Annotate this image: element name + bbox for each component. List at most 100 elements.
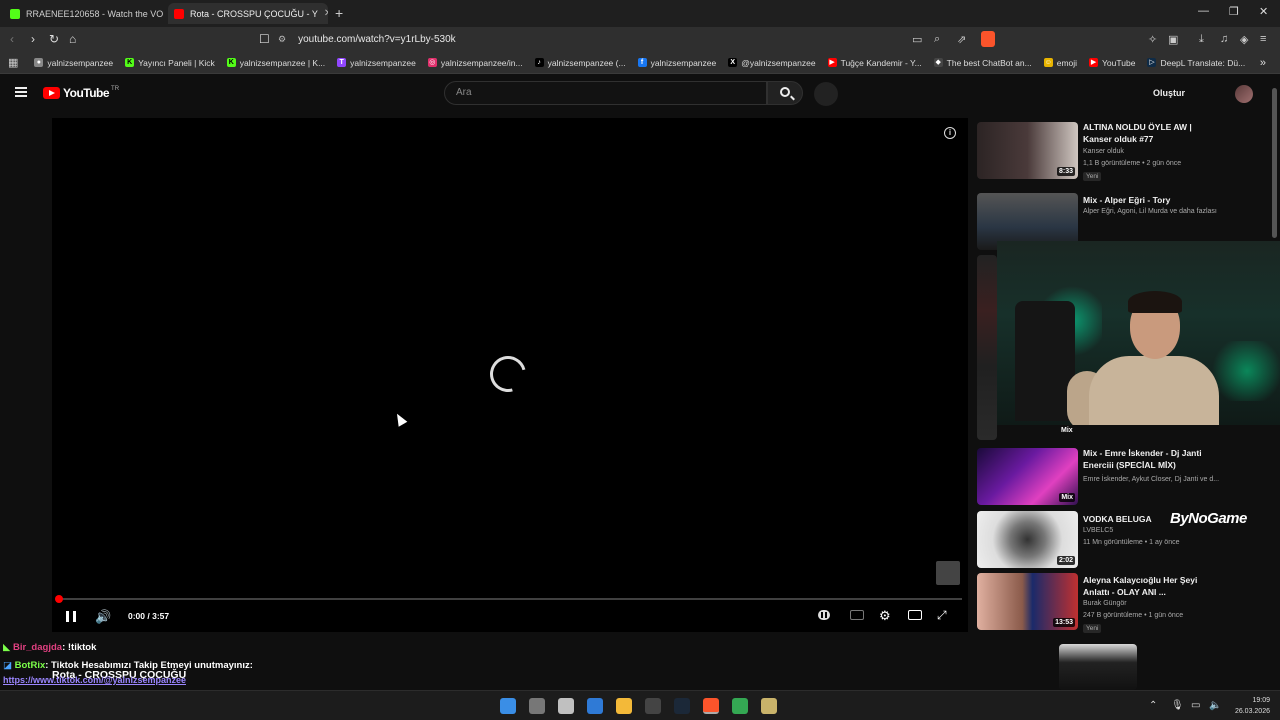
channel-name[interactable]: Burak Güngör <box>1083 600 1127 607</box>
more-bookmarks-icon[interactable]: » <box>1260 57 1266 69</box>
recommendation-item[interactable]: 8:33 ALTINA NOLDU ÖYLE AW | Kanser olduk… <box>977 122 1267 182</box>
video-thumbnail[interactable] <box>1059 644 1137 690</box>
bookmark-label: yalnizsempanzee <box>47 57 114 68</box>
video-meta: 1,1 B görüntüleme • 2 gün önce <box>1083 160 1182 167</box>
brave-browser-icon[interactable] <box>703 698 719 714</box>
recommendation-item[interactable]: 13:53 Aleyna Kalaycıoğlu Her Şeyi Anlatt… <box>977 573 1267 633</box>
loading-spinner-icon <box>483 349 533 399</box>
media-icon[interactable]: ♫ <box>1220 33 1228 45</box>
video-thumbnail[interactable] <box>977 255 997 440</box>
app-obs-icon[interactable] <box>645 698 661 714</box>
zoom-icon[interactable]: ⌕ <box>934 33 940 46</box>
back-button[interactable]: ‹ <box>10 32 14 46</box>
menu-icon[interactable]: ≡ <box>1260 33 1266 45</box>
file-explorer-icon[interactable] <box>616 698 632 714</box>
forward-button[interactable]: › <box>31 32 35 46</box>
create-button[interactable]: Oluştur <box>1153 88 1185 98</box>
bookmark-item[interactable]: ▶ Tuğçe Kandemir - Y... <box>827 58 922 68</box>
app-photos-icon[interactable] <box>587 698 603 714</box>
site-info-icon[interactable]: ⚙ <box>278 34 286 45</box>
close-tab-icon[interactable]: ✕ <box>318 8 328 19</box>
video-thumbnail[interactable]: Mix <box>977 448 1078 505</box>
home-button[interactable]: ⌂ <box>69 32 76 46</box>
app-notepad-icon[interactable] <box>558 698 574 714</box>
scrubber-handle[interactable] <box>55 595 63 603</box>
tab-youtube-rota[interactable]: Rota - CROSSPU ÇOCUĞU - Y ✕ <box>168 3 328 24</box>
channel-name[interactable]: LVBELC5 <box>1083 527 1113 534</box>
vpn-icon[interactable]: ◈ <box>1240 33 1248 46</box>
task-view-icon[interactable] <box>529 698 545 714</box>
subtitles-button[interactable] <box>850 610 864 620</box>
video-title[interactable]: ALTINA NOLDU ÖYLE AW | Kanser olduk #77 <box>1083 122 1203 145</box>
channel-watermark[interactable] <box>936 561 960 585</box>
brave-shields-icon[interactable] <box>981 31 995 47</box>
video-player[interactable]: i 🔊 0:00 / 3:57 ⚙ ⤢ <box>52 118 968 632</box>
channel-name[interactable]: Alper Eğri, Agoni, Lil Murda ve daha faz… <box>1083 208 1217 215</box>
chat-link[interactable]: https://www.tiktok.com/@yalnizsempanzee <box>3 675 186 685</box>
duration-badge: 13:53 <box>1053 618 1075 627</box>
bookmark-item[interactable]: Tyalnizsempanzee <box>337 58 416 68</box>
sidebar-scrollbar[interactable] <box>1272 88 1277 238</box>
volume-tray-icon[interactable]: 🔈 <box>1209 700 1221 711</box>
chat-text: : !tiktok <box>62 642 97 653</box>
video-thumbnail[interactable]: 13:53 <box>977 573 1078 630</box>
clock[interactable]: 19:09 26.03.2026 <box>1235 695 1270 717</box>
chrome-browser-icon[interactable] <box>732 698 748 714</box>
app-steam-icon[interactable] <box>674 698 690 714</box>
maximize-button[interactable]: ❐ <box>1229 5 1239 18</box>
network-icon[interactable]: ▭ <box>1191 700 1200 711</box>
cast-icon[interactable]: ▭ <box>912 33 922 46</box>
reload-button[interactable]: ↻ <box>49 32 59 46</box>
bookmark-item[interactable]: ◆ The best ChatBot an... <box>933 58 1032 68</box>
voice-search-button[interactable] <box>814 82 838 106</box>
bookmark-page-icon[interactable]: ☐ <box>259 32 270 46</box>
bookmark-item[interactable]: ☺ emoji <box>1043 58 1077 68</box>
url-field[interactable]: ⚙ youtube.com/watch?v=y1rLby-530k <box>278 31 898 48</box>
theater-mode-button[interactable] <box>908 610 922 620</box>
close-window-button[interactable]: ✕ <box>1259 5 1268 18</box>
windows-start-icon[interactable] <box>500 698 516 714</box>
bookmark-item[interactable]: ♪ yalnizsempanzee (... <box>534 58 626 68</box>
app-generic-icon[interactable] <box>761 698 777 714</box>
channel-name[interactable]: Kanser olduk <box>1083 148 1124 155</box>
channel-name[interactable]: Emre İskender, Aykut Closer, Dj Janti ve… <box>1083 476 1219 483</box>
video-title[interactable]: Mix - Alper Eğri - Tory <box>1083 195 1253 207</box>
bookmark-item[interactable]: ● yalnizsempanzee <box>34 58 113 68</box>
chrome-favicon-icon: ● <box>34 58 44 67</box>
info-icon[interactable]: i <box>944 127 956 139</box>
volume-icon[interactable]: 🔊 <box>95 609 111 625</box>
youtube-logo[interactable]: YouTube TR <box>43 86 119 100</box>
search-input[interactable]: Ara <box>444 81 767 105</box>
show-hidden-icons-icon[interactable]: ⌃ <box>1149 700 1157 711</box>
video-title[interactable]: Aleyna Kalaycıoğlu Her Şeyi Anlattı - OL… <box>1083 575 1203 598</box>
extensions-icon[interactable]: ✧ <box>1148 33 1157 46</box>
sidebar-icon[interactable]: ▣ <box>1168 33 1178 46</box>
microphone-icon[interactable]: 🎙 <box>1171 700 1184 711</box>
autoplay-toggle[interactable] <box>818 610 830 620</box>
recommendation-item[interactable]: Mix Mix - Emre İskender - Dj Janti Enerc… <box>977 448 1267 508</box>
new-tab-button[interactable]: + <box>335 5 343 21</box>
downloads-icon[interactable]: ⤓ <box>1199 33 1204 46</box>
tab-kick-vod[interactable]: RRAENEE120658 - Watch the VOD o <box>4 3 164 24</box>
bookmark-item[interactable]: X @yalnizsempanzee <box>728 58 816 68</box>
share-icon[interactable]: ⇗ <box>957 33 966 46</box>
progress-bar[interactable] <box>58 598 962 600</box>
bookmark-item[interactable]: K Yayıncı Paneli | Kick <box>125 58 215 68</box>
video-title[interactable]: Mix - Emre İskender - Dj Janti Enerciii … <box>1083 448 1203 471</box>
recommendation-item[interactable]: Mix - Alper Eğri - Tory Alper Eğri, Agon… <box>977 193 1267 250</box>
pause-button[interactable] <box>66 611 76 622</box>
bookmark-item[interactable]: ▷ DeepL Translate: Dü... <box>1147 58 1245 68</box>
bookmark-item[interactable]: f yalnizsempanzee <box>637 58 716 68</box>
video-thumbnail[interactable]: 8:33 <box>977 122 1078 179</box>
video-thumbnail[interactable]: 2:02 <box>977 511 1078 568</box>
guide-menu-icon[interactable] <box>15 87 27 97</box>
bookmark-item[interactable]: Kyalnizsempanzee | K... <box>226 58 325 68</box>
search-button[interactable] <box>767 81 803 105</box>
minimize-button[interactable]: — <box>1198 5 1209 17</box>
settings-gear-icon[interactable]: ⚙ <box>879 608 891 624</box>
apps-grid-icon[interactable]: ▦ <box>8 56 18 69</box>
avatar[interactable] <box>1235 85 1253 103</box>
fullscreen-icon[interactable]: ⤢ <box>937 608 947 623</box>
bookmark-item[interactable]: ▶ YouTube <box>1089 58 1135 68</box>
bookmark-item[interactable]: ◎ yalnizsempanzee/in... <box>427 58 523 68</box>
